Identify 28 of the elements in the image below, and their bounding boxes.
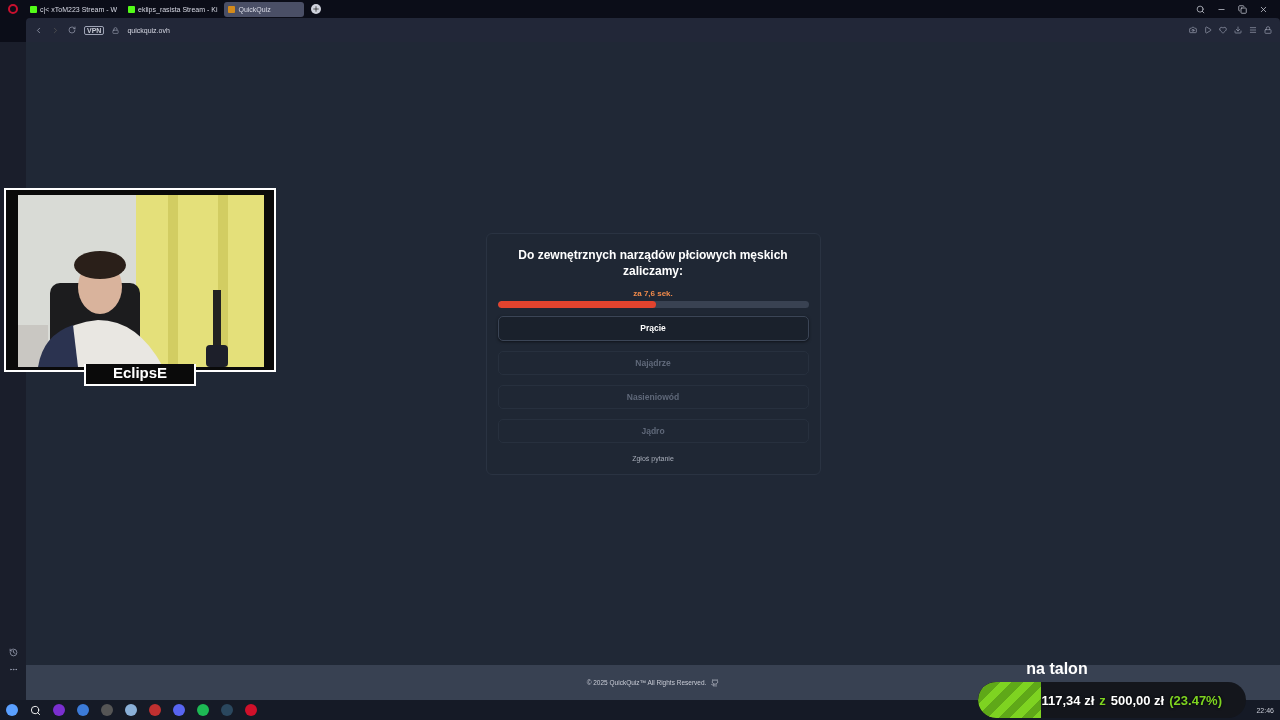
- reload-icon[interactable]: [68, 26, 76, 34]
- search-icon[interactable]: [1196, 4, 1205, 14]
- new-tab-button[interactable]: [311, 4, 322, 14]
- goal-current: 117,34 zł: [1041, 692, 1095, 708]
- download-icon[interactable]: [1234, 26, 1242, 34]
- play-icon[interactable]: [1204, 26, 1212, 34]
- back-icon[interactable]: [34, 25, 43, 35]
- menu-icon[interactable]: [1249, 26, 1257, 34]
- app-icon[interactable]: [77, 704, 89, 716]
- question-text: Do zewnętrznych narządów płciowych męskich zaliczamy:: [517, 246, 789, 279]
- restore-icon[interactable]: [1238, 4, 1247, 14]
- history-icon[interactable]: [8, 648, 18, 657]
- app-icon[interactable]: [125, 704, 137, 716]
- lock-icon[interactable]: [1264, 26, 1272, 34]
- heart-icon[interactable]: [1219, 26, 1227, 34]
- answer-button[interactable]: Prącie: [497, 315, 809, 341]
- streamer-name: EclipsE: [84, 364, 196, 386]
- github-icon[interactable]: [711, 678, 720, 687]
- search-icon[interactable]: [30, 704, 41, 716]
- goal-title: na talon: [1026, 660, 1088, 678]
- goal-percent: (23.47%): [1169, 692, 1222, 708]
- camera-icon[interactable]: [1189, 26, 1197, 34]
- goal-target: 500,00 zł: [1110, 692, 1165, 708]
- timer-text: za 7,6 sek.: [632, 288, 674, 298]
- goal-separator: z: [1099, 692, 1106, 708]
- lock-icon: [112, 26, 120, 34]
- more-icon[interactable]: [8, 665, 18, 674]
- close-icon[interactable]: [1259, 4, 1268, 14]
